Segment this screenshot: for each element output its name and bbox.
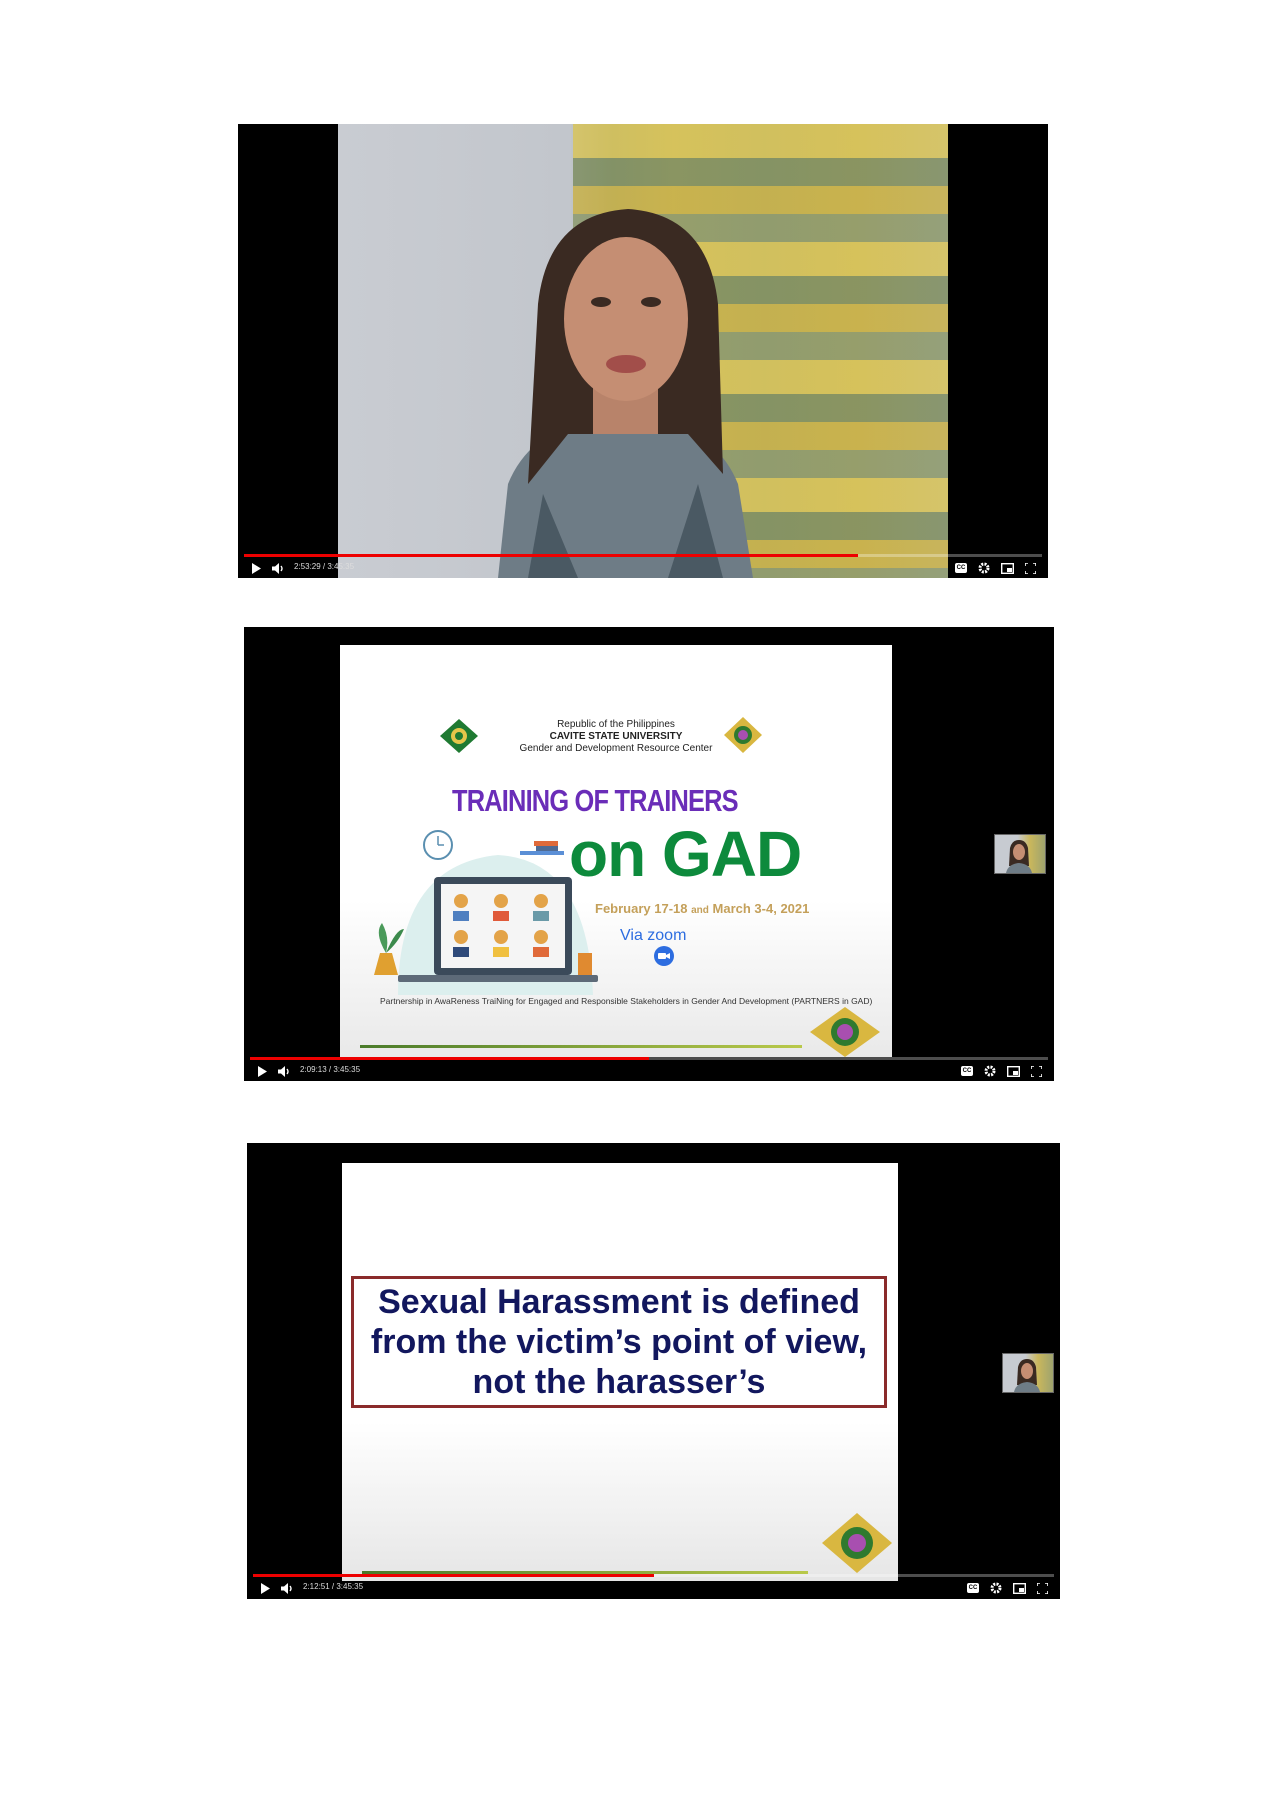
speaker-thumbnail[interactable] [994, 834, 1046, 874]
fullscreen-button[interactable] [1032, 1577, 1052, 1599]
play-button[interactable] [252, 1060, 272, 1081]
play-button[interactable] [246, 557, 266, 578]
player-controls: 2:53:29 / 3:45:35 CC [238, 557, 1048, 578]
gear-icon [990, 1582, 1002, 1594]
play-icon [252, 562, 261, 574]
miniplayer-button[interactable] [1009, 1577, 1029, 1599]
fullscreen-icon [1024, 562, 1036, 574]
play-icon [261, 1582, 270, 1594]
time-display: 2:12:51 / 3:45:35 [303, 1582, 364, 1591]
slide-subtitle: on GAD [569, 818, 802, 890]
miniplayer-button[interactable] [997, 557, 1017, 578]
event-dates: February 17-18 and March 3-4, 2021 [595, 901, 809, 916]
slide-sexual-harassment: Sexual Harassment is defined from the vi… [342, 1163, 898, 1581]
header-university: CAVITE STATE UNIVERSITY [549, 731, 683, 742]
fullscreen-button[interactable] [1020, 557, 1040, 578]
settings-button[interactable] [986, 1577, 1006, 1599]
fullscreen-icon [1036, 1582, 1048, 1594]
dates-and: and [691, 905, 709, 916]
definition-text: Sexual Harassment is defined from the vi… [370, 1283, 868, 1401]
slide-header: Republic of the Philippines CAVITE STATE… [340, 719, 892, 755]
partnership-text: Partnership in AwaReness TraiNing for En… [380, 996, 873, 1006]
volume-button[interactable] [275, 1060, 295, 1081]
header-center: Gender and Development Resource Center [519, 743, 713, 754]
miniplayer-icon [1006, 1065, 1020, 1077]
speaker-image [498, 209, 753, 578]
header-republic: Republic of the Philippines [557, 719, 675, 730]
time-display: 2:09:13 / 3:45:35 [300, 1065, 361, 1074]
miniplayer-icon [1012, 1582, 1026, 1594]
cc-icon: CC [966, 1583, 980, 1593]
video-frame-speaker [338, 124, 948, 578]
slide-stripe [360, 1045, 802, 1048]
zoom-icon [654, 946, 674, 966]
cc-button[interactable]: CC [951, 557, 971, 578]
cc-button[interactable]: CC [963, 1577, 983, 1599]
volume-icon [278, 1065, 289, 1077]
speaker-thumbnail-image [1006, 840, 1032, 873]
gad-logo-corner-icon [822, 1513, 892, 1573]
gad-logo-corner-icon [810, 1007, 880, 1057]
slide-training-of-trainers: Republic of the Philippines CAVITE STATE… [340, 645, 892, 1057]
speaker-thumbnail-image [1014, 1359, 1040, 1392]
play-button[interactable] [255, 1577, 275, 1599]
gear-icon [984, 1065, 996, 1077]
definition-box: Sexual Harassment is defined from the vi… [351, 1276, 887, 1408]
dates-second: March 3-4, 2021 [712, 901, 810, 916]
cc-icon: CC [954, 563, 968, 573]
settings-button[interactable] [980, 1060, 1000, 1081]
laptop-video-call-illustration [374, 830, 598, 995]
player-controls: 2:12:51 / 3:45:35 CC [247, 1577, 1060, 1599]
slide-title: TRAINING OF TRAINERS [452, 783, 739, 818]
cc-button[interactable]: CC [957, 1060, 977, 1081]
miniplayer-button[interactable] [1003, 1060, 1023, 1081]
fullscreen-button[interactable] [1026, 1060, 1046, 1081]
video-player-2[interactable]: Republic of the Philippines CAVITE STATE… [244, 627, 1054, 1081]
time-display: 2:53:29 / 3:45:35 [294, 562, 355, 571]
speaker-thumbnail[interactable] [1002, 1353, 1054, 1393]
fullscreen-icon [1030, 1065, 1042, 1077]
dates-first: February 17-18 [595, 901, 688, 916]
gear-icon [978, 562, 990, 574]
cc-icon: CC [960, 1066, 974, 1076]
volume-button[interactable] [269, 557, 289, 578]
miniplayer-icon [1000, 562, 1014, 574]
play-icon [258, 1065, 267, 1077]
volume-button[interactable] [278, 1577, 298, 1599]
via-zoom-text: Via zoom [620, 927, 687, 944]
video-player-3[interactable]: Sexual Harassment is defined from the vi… [247, 1143, 1060, 1599]
player-controls: 2:09:13 / 3:45:35 CC [244, 1060, 1054, 1081]
settings-button[interactable] [974, 557, 994, 578]
volume-icon [281, 1582, 292, 1594]
volume-icon [272, 562, 283, 574]
video-player-1[interactable]: 2:53:29 / 3:45:35 CC [238, 124, 1048, 578]
